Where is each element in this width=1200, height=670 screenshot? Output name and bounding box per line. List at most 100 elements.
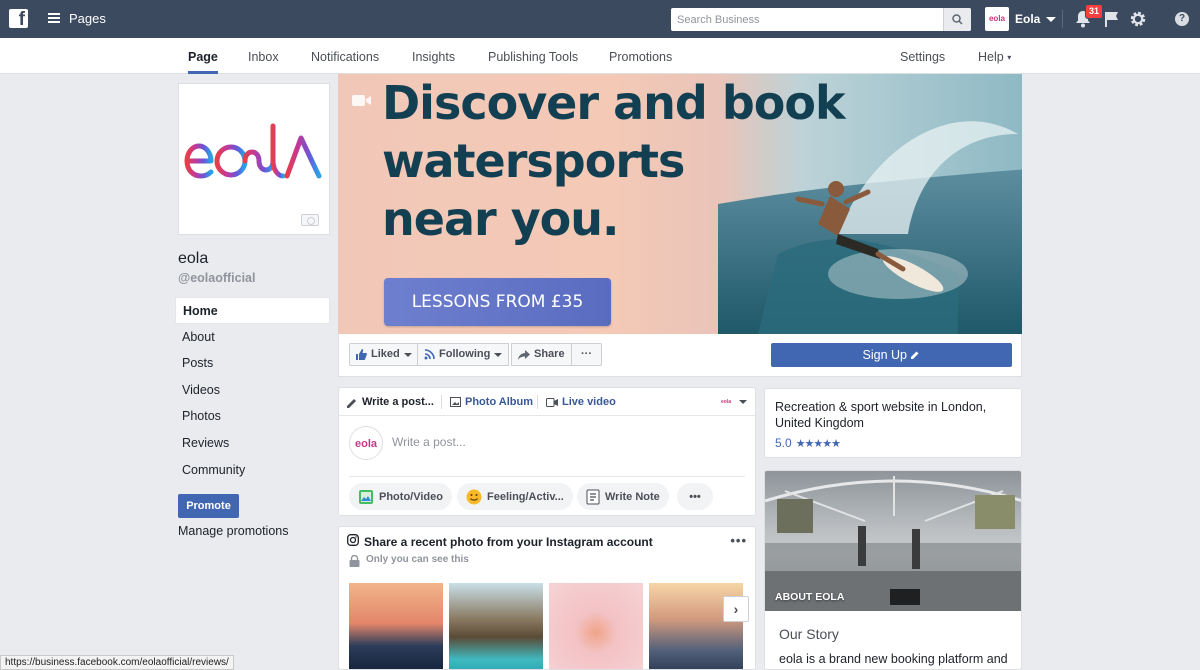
search-icon [952,14,963,25]
lock-icon [349,555,360,567]
headline-line-2: watersports [382,134,685,188]
tab-promotions[interactable]: Promotions [609,38,672,74]
photo-icon [359,489,373,504]
nav-item-photos[interactable]: Photos [175,403,330,430]
chevron-down-icon [1046,16,1057,22]
gear-icon[interactable] [1129,10,1147,28]
share-label: Share [534,348,565,360]
write-note-button[interactable]: Write Note [577,483,669,510]
more-options-icon[interactable]: ••• [730,533,747,548]
divider [441,395,442,409]
write-note-label: Write Note [605,490,660,503]
star-rating-icon: ★★★★★ [795,437,841,450]
sign-up-button[interactable]: Sign Up [771,343,1012,367]
help-icon[interactable]: ? [1175,12,1189,26]
instagram-icon [347,534,359,546]
chevron-down-icon [739,400,747,404]
lessons-cta: LESSONS FROM £35 [384,278,611,326]
next-arrow-icon[interactable]: › [723,596,749,622]
smiley-icon [466,489,482,504]
our-story-title: Our Story [779,626,839,642]
menu-icon[interactable] [48,13,60,23]
live-video-tab[interactable]: Live video [546,388,616,416]
profile-picture[interactable]: eola [178,83,330,235]
liked-label: Liked [371,348,400,360]
top-bar: f Pages eola Eola 31 ? [0,0,1200,38]
account-avatar: eola [985,7,1009,31]
photo-album-tab[interactable]: Photo Album [450,388,533,416]
nav-item-about[interactable]: About [175,324,330,351]
promote-button[interactable]: Promote [178,494,239,518]
about-photo[interactable]: ABOUT EOLA [765,471,1021,611]
headline-line-3: near you. [382,192,620,246]
divider [1062,10,1063,28]
page-info-card: Recreation & sport website in London, Un… [764,388,1022,458]
left-nav: Home About Posts Videos Photos Reviews C… [175,297,330,483]
post-as-selector[interactable]: eola [721,397,747,407]
chevron-down-icon: ▾ [1007,53,1012,62]
following-label: Following [439,348,491,360]
about-card: ABOUT EOLA Our Story eola is a brand new… [764,470,1022,670]
tab-publishing-tools[interactable]: Publishing Tools [488,38,578,74]
instagram-photo[interactable] [349,583,443,669]
page-handle[interactable]: @eolaofficial [178,271,255,285]
facebook-logo-icon[interactable]: f [9,9,28,28]
account-name: Eola [1015,12,1041,26]
composer-avatar: eola [349,426,383,460]
page-tabs: Page Inbox Notifications Insights Publis… [0,38,1200,74]
chevron-down-icon [403,352,412,357]
photo-album-label: Photo Album [465,396,534,408]
nav-item-community[interactable]: Community [175,457,330,484]
our-story-text: eola is a brand new booking platform and [779,652,1008,666]
venue-image [765,476,1021,611]
manage-promotions-link[interactable]: Manage promotions [178,524,288,538]
share-icon [518,349,530,360]
video-camera-icon [546,397,558,407]
search-button[interactable] [943,8,971,31]
pages-label[interactable]: Pages [69,11,106,26]
tab-help[interactable]: Help ▾ [978,38,1011,74]
page-action-bar: Liked Following Share ··· Sign Up [338,334,1022,377]
rss-icon [424,349,435,360]
tab-settings[interactable]: Settings [900,38,945,74]
more-actions-button[interactable]: ··· [571,343,602,366]
account-switcher[interactable]: eola Eola [985,7,1057,31]
rating[interactable]: 5.0 ★★★★★ [775,436,841,450]
more-options-button[interactable]: ••• [677,483,713,510]
nav-item-home[interactable]: Home [175,297,330,324]
search-input[interactable] [671,8,943,31]
divider [537,395,538,409]
flag-icon[interactable] [1104,11,1120,27]
photo-video-button[interactable]: Photo/Video [349,483,452,510]
camera-icon[interactable] [301,214,319,226]
write-post-tab[interactable]: Write a post... [347,388,434,416]
live-video-label: Live video [562,396,616,408]
feeling-activity-button[interactable]: Feeling/Activ... [457,483,573,510]
chevron-down-icon [494,352,503,357]
tab-inbox[interactable]: Inbox [248,38,279,74]
composer-tabs: Write a post... Photo Album Live video e… [339,388,755,416]
instagram-share-card: Share a recent photo from your Instagram… [338,526,756,670]
liked-button[interactable]: Liked [349,343,419,366]
nav-item-videos[interactable]: Videos [175,377,330,404]
write-post-label: Write a post... [362,396,434,408]
video-camera-icon[interactable] [352,94,372,107]
instagram-photo[interactable] [449,583,543,669]
share-button[interactable]: Share [511,343,572,366]
tab-insights[interactable]: Insights [412,38,455,74]
nav-item-posts[interactable]: Posts [175,350,330,377]
instagram-photo[interactable] [549,583,643,669]
nav-item-reviews[interactable]: Reviews [175,430,330,457]
headline-line-1: Discover and book [382,76,846,130]
following-button[interactable]: Following [417,343,510,366]
post-input[interactable] [392,435,732,449]
pencil-icon [911,351,919,359]
feeling-activity-label: Feeling/Activ... [487,490,564,503]
page-category: Recreation & sport website in London, Un… [775,400,987,430]
tab-page[interactable]: Page [188,38,218,74]
tab-notifications[interactable]: Notifications [311,38,379,74]
post-composer: Write a post... Photo Album Live video e… [338,387,756,516]
pencil-icon [347,398,356,408]
privacy-note: Only you can see this [366,554,469,565]
cover-photo[interactable]: Discover and book watersports near you. … [338,74,1022,334]
